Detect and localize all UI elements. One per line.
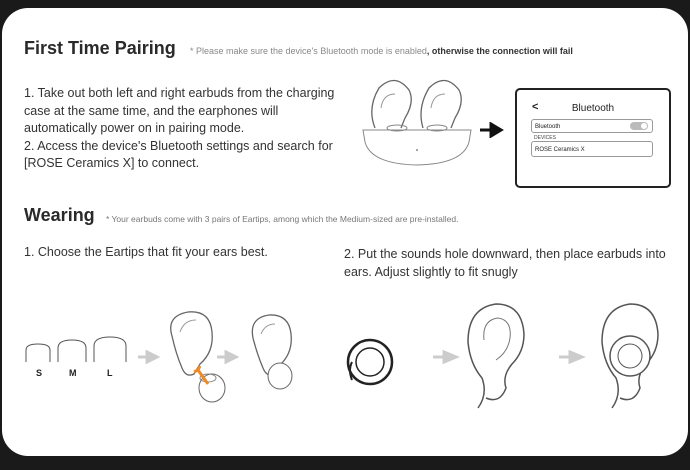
phone-bluetooth-screen: < Bluetooth Bluetooth DEVICES ROSE Ceram… [515,88,671,188]
size-label-medium: M [69,368,77,378]
arrow-right-icon [559,350,586,364]
ear-illustration [467,303,525,409]
device-row: ROSE Ceramics X [531,141,653,157]
pairing-note: * Please make sure the device's Bluetoot… [190,46,573,56]
wearing-step-2: 2. Put the sounds hole downward, then pl… [344,247,666,279]
earbud-assembled-illustration [251,314,293,390]
arrow-right-icon [480,122,504,138]
charging-case-illustration [362,79,472,166]
wearing-title: Wearing [24,205,95,225]
pairing-step-2: 2. Access the device's Bluetooth setting… [24,138,333,171]
arrow-right-icon [217,350,240,364]
instruction-card: First Time Pairing * Please make sure th… [2,8,688,456]
pairing-note-bold: , otherwise the connection will fail [426,46,573,56]
wearing-step-1: 1. Choose the Eartips that fit your ears… [24,245,268,259]
toggle-switch-icon [630,122,648,130]
bluetooth-toggle-row: Bluetooth [531,119,653,133]
pairing-steps: 1. Take out both left and right earbuds … [24,85,354,173]
pairing-title: First Time Pairing [24,38,176,58]
arrow-right-icon [138,350,161,364]
arrow-right-icon [433,350,460,364]
eartips-illustration [25,336,127,362]
bluetooth-screen-title: Bluetooth [571,103,615,114]
size-label-large: L [107,368,113,378]
ear-with-earbud-illustration [601,303,659,409]
pairing-note-text: * Please make sure the device's Bluetoot… [190,46,427,56]
pairing-step-1: 1. Take out both left and right earbuds … [24,86,335,135]
wearing-note: * Your earbuds come with 3 pairs of Eart… [106,214,459,224]
bluetooth-toggle-label: Bluetooth [535,124,561,130]
size-label-small: S [36,368,43,378]
earbud-sound-hole-illustration [346,338,394,386]
